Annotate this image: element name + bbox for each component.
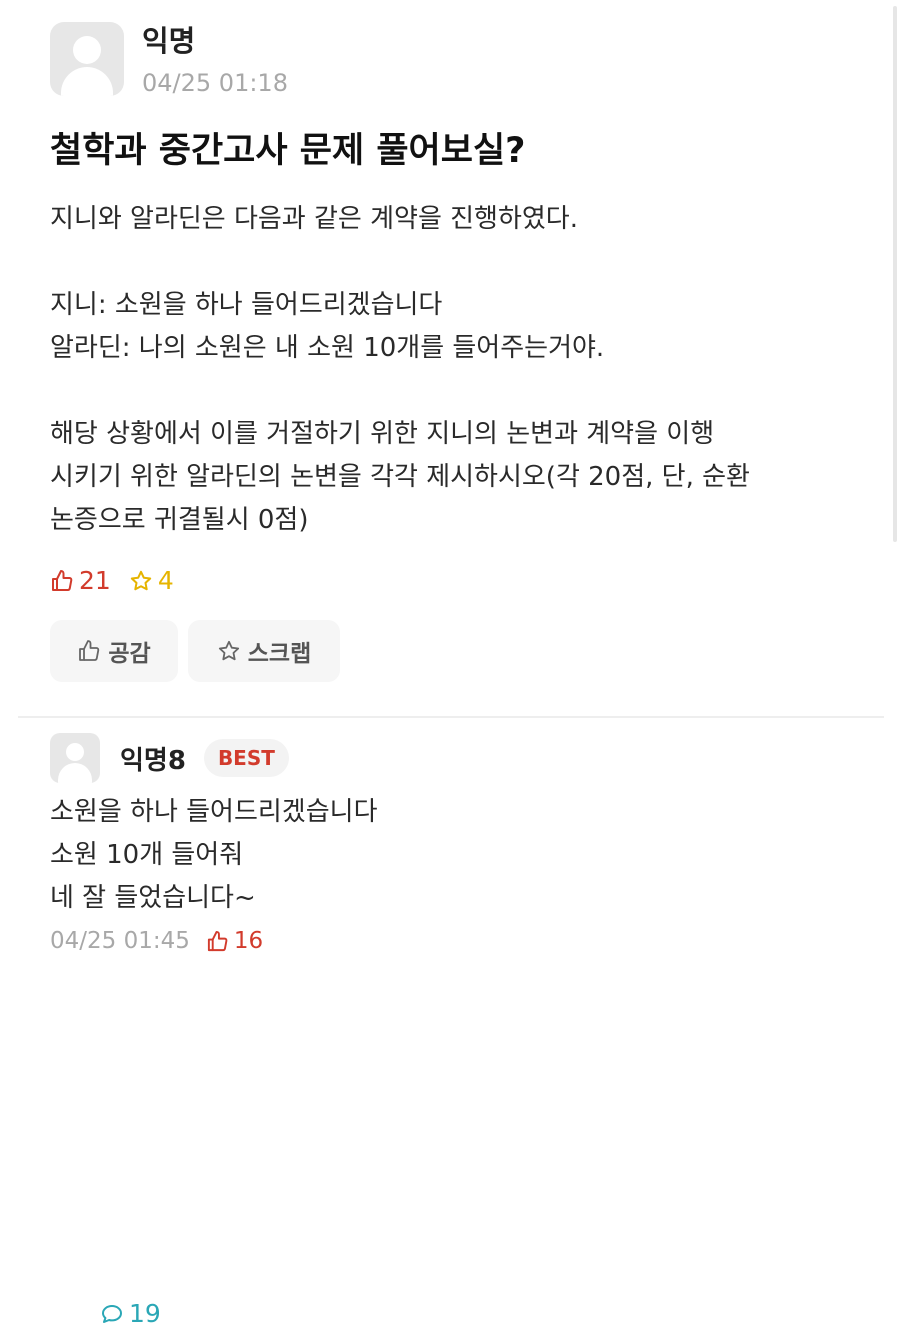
comment-footer: 04/25 01:45 16: [50, 928, 870, 954]
comment-like-count[interactable]: 16: [206, 928, 263, 954]
post-stats: 21 19 4: [50, 566, 192, 1328]
scrap-count-value: 4: [157, 566, 174, 595]
avatar[interactable]: [50, 22, 124, 96]
star-icon: [130, 570, 152, 590]
post-title: 철학과 중간고사 문제 풀어보실?: [50, 131, 526, 171]
comment-timestamp: 04/25 01:45: [50, 928, 190, 954]
comment-avatar[interactable]: [50, 733, 100, 783]
post-body-line: 논증으로 귀결될시 0점): [50, 505, 309, 535]
post-timestamp: 04/25 01:18: [142, 69, 288, 97]
comment-line: 소원을 하나 들어드리겠습니다: [50, 797, 378, 827]
avatar-head: [73, 36, 101, 64]
comment-count-value: 19: [129, 1299, 161, 1328]
scrap-button-label: 스크랩: [247, 641, 312, 667]
author-meta: 익명 04/25 01:18: [142, 22, 288, 98]
section-divider: [18, 716, 884, 718]
scrap-button[interactable]: 스크랩: [188, 620, 340, 682]
empathy-button[interactable]: 공감: [50, 620, 178, 682]
post-body-line: 해당 상황에서 이를 거절하기 위한 지니의 논변과 계약을 이행: [50, 419, 715, 449]
comment-line: 소원 10개 들어줘: [50, 840, 244, 870]
star-icon: [218, 640, 239, 661]
comment-line: 네 잘 들었습니다~: [50, 883, 256, 913]
post-body-line: 지니와 알라딘은 다음과 같은 계약을 진행하였다.: [50, 204, 578, 234]
post-header: 익명 04/25 01:18: [50, 22, 870, 98]
thumbs-up-icon: [207, 930, 228, 951]
post-body: 지니와 알라딘은 다음과 같은 계약을 진행하였다. 지니: 소원을 하나 들어…: [50, 198, 870, 542]
like-count: 21: [50, 566, 111, 595]
post-body-line: 지니: 소원을 하나 들어드리겠습니다: [50, 290, 443, 320]
avatar-body: [58, 763, 92, 783]
post-body-line: 알라딘: 나의 소원은 내 소원 10개를 들어주는거야.: [50, 333, 605, 363]
post-actions: 공감 스크랩: [50, 620, 350, 682]
comment-item: 익명8 BEST 소원을 하나 들어드리겠습니다 소원 10개 들어줘 네 잘 …: [50, 733, 870, 954]
scrollbar[interactable]: [893, 6, 897, 542]
comment-header: 익명8 BEST: [50, 733, 870, 783]
speech-bubble-icon: [102, 1304, 122, 1323]
avatar-head: [66, 743, 84, 761]
avatar-body: [61, 67, 113, 96]
comment-count: 19: [100, 1299, 899, 1328]
empathy-button-label: 공감: [108, 641, 151, 667]
comment-like-value: 16: [233, 928, 264, 954]
scrap-count: 4: [129, 566, 174, 595]
best-badge: BEST: [203, 739, 289, 777]
comment-body: 소원을 하나 들어드리겠습니다 소원 10개 들어줘 네 잘 들었습니다~: [50, 791, 870, 920]
author-name: 익명: [142, 24, 196, 58]
author-row: 익명 04/25 01:18: [50, 22, 870, 98]
like-count-value: 21: [79, 566, 111, 595]
thumbs-up-icon: [79, 640, 100, 661]
thumbs-up-icon: [52, 569, 73, 591]
post-body-line: 시키기 위한 알라딘의 논변을 각각 제시하시오(각 20점, 단, 순환: [50, 462, 750, 492]
comment-author: 익명8: [120, 745, 186, 776]
